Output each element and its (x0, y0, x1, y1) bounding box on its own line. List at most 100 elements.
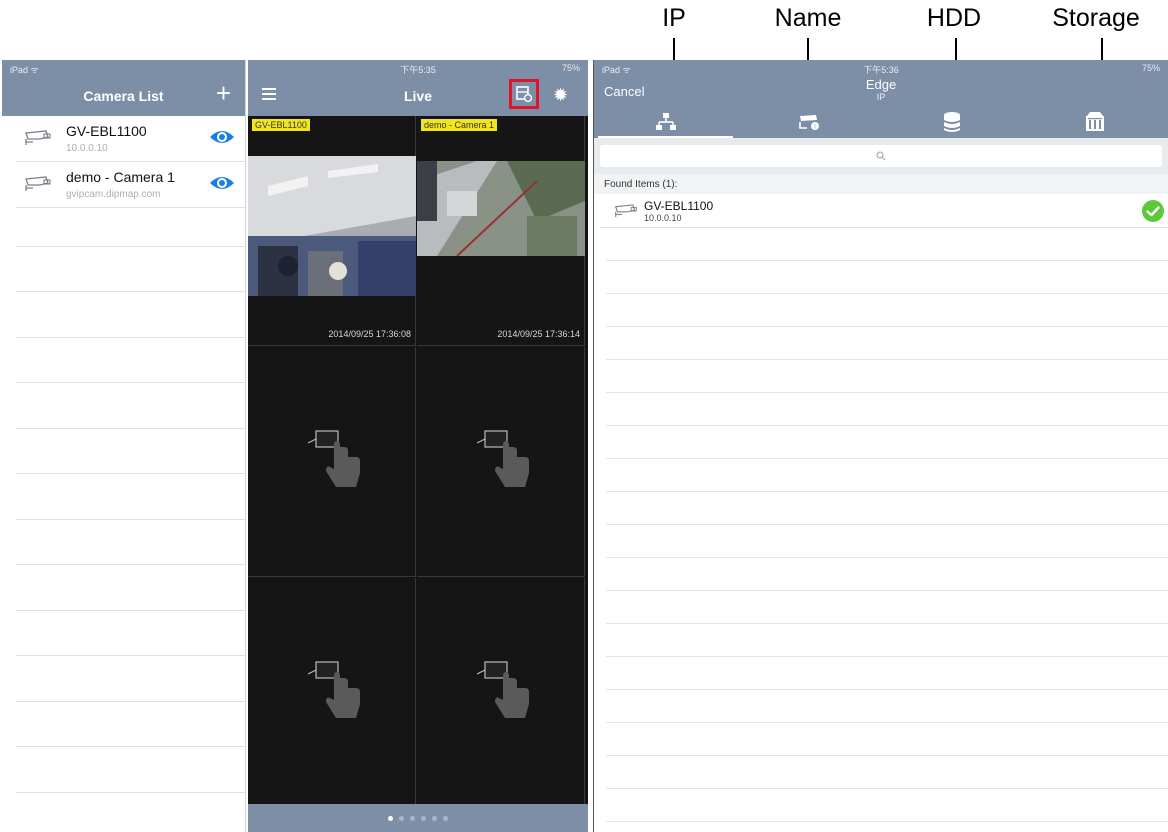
search-icon (876, 151, 886, 161)
city-video-feed (417, 161, 585, 256)
eye-icon[interactable] (209, 174, 235, 197)
layout-icon (516, 86, 532, 102)
row-divider (606, 425, 1168, 426)
timestamp: 2014/09/25 17:36:14 (497, 329, 580, 339)
tap-to-add-icon (308, 430, 360, 487)
storage-icon (1085, 112, 1104, 131)
camera-address: 10.0.0.10 (66, 143, 108, 154)
search-mode-tabs: i (594, 106, 1168, 138)
tap-to-add-icon (308, 661, 360, 718)
row-divider (606, 689, 1168, 690)
live-cell-1[interactable]: GV-EBL1100 2014/09/25 17:36:08 (248, 116, 416, 346)
add-camera-button[interactable]: + (216, 80, 231, 106)
live-view-panel: 下午5:35 75% Live ✹ GV-EBL1100 2014/09/25 … (248, 60, 588, 832)
page-title: Edge (865, 77, 897, 92)
status-time: 下午5:36 (863, 65, 899, 75)
name-tag-icon: i (798, 115, 819, 131)
camera-list-item[interactable]: GV-EBL1100 10.0.0.10 (16, 116, 245, 162)
tab-name[interactable]: i (737, 106, 880, 138)
page-title: Camera List (83, 88, 164, 104)
row-divider (16, 655, 245, 656)
row-divider (606, 788, 1168, 789)
row-divider (606, 557, 1168, 558)
edge-navbar: iPad ᯤ 下午5:36 75% Cancel Edge IP i (594, 60, 1168, 138)
row-divider (606, 656, 1168, 657)
add-layout-button[interactable] (509, 79, 539, 109)
search-bar (594, 138, 1168, 174)
row-divider (16, 610, 245, 611)
status-bar: 下午5:35 75% (248, 60, 588, 76)
row-divider (606, 755, 1168, 756)
network-icon (655, 113, 676, 130)
row-divider (16, 337, 245, 338)
row-divider (16, 291, 245, 292)
device-name: GV-EBL1100 (644, 199, 714, 213)
tab-storage[interactable] (1023, 106, 1166, 138)
row-divider (606, 293, 1168, 294)
page-dot[interactable] (443, 815, 448, 821)
office-video-feed (248, 156, 416, 296)
edge-search-panel: iPad ᯤ 下午5:36 75% Cancel Edge IP i Found… (593, 60, 1168, 832)
row-divider (16, 564, 245, 565)
page-indicator[interactable] (248, 804, 588, 832)
camera-tag: GV-EBL1100 (252, 119, 310, 131)
eye-icon[interactable] (209, 128, 235, 151)
found-device-item[interactable]: GV-EBL1100 10.0.0.10 (600, 194, 1168, 228)
tap-to-add-icon (477, 430, 529, 487)
svg-text:i: i (814, 125, 815, 131)
row-divider (606, 458, 1168, 459)
tap-to-add-icon (477, 661, 529, 718)
camera-name: GV-EBL1100 (66, 123, 147, 139)
page-dot[interactable] (421, 815, 426, 821)
row-divider (606, 260, 1168, 261)
row-divider (606, 326, 1168, 327)
hdd-icon (943, 112, 960, 132)
row-divider (606, 359, 1168, 360)
camera-address: gvipcam.dipmap.com (66, 189, 161, 200)
camera-icon (24, 130, 52, 151)
status-bar: iPad ᯤ 下午5:36 75% (594, 60, 1168, 76)
row-divider (16, 746, 245, 747)
page-dot[interactable] (432, 815, 437, 821)
tab-hdd[interactable] (880, 106, 1023, 138)
empty-live-cell[interactable] (417, 347, 585, 577)
annotation-storage: Storage (1052, 4, 1140, 32)
row-divider (16, 473, 245, 474)
live-navbar: 下午5:35 75% Live ✹ (248, 60, 588, 116)
camera-icon (24, 176, 52, 197)
status-battery: 75% (561, 63, 580, 73)
row-divider (606, 821, 1168, 822)
timestamp: 2014/09/25 17:36:08 (328, 329, 411, 339)
page-subtitle: IP (876, 92, 886, 102)
page-dot-active[interactable] (388, 815, 393, 821)
row-divider (606, 524, 1168, 525)
row-divider (606, 623, 1168, 624)
camera-icon (614, 204, 638, 223)
camera-tag: demo - Camera 1 (421, 119, 498, 131)
found-items-header: Found Items (1): (594, 174, 1168, 194)
search-input[interactable] (600, 145, 1162, 167)
gear-icon[interactable]: ✹ (553, 86, 568, 104)
row-divider (16, 701, 245, 702)
row-divider (606, 392, 1168, 393)
camera-list-navbar: iPad ᯤ Camera List + (2, 60, 245, 116)
row-divider (16, 428, 245, 429)
camera-list-item[interactable]: demo - Camera 1 gvipcam.dipmap.com (16, 162, 245, 208)
tab-ip[interactable] (594, 106, 737, 138)
camera-list-panel: iPad ᯤ Camera List + GV-EBL1100 10.0.0.1… (2, 60, 246, 832)
empty-live-cell[interactable] (248, 578, 416, 808)
empty-live-cell[interactable] (417, 578, 585, 808)
device-address: 10.0.0.10 (644, 213, 682, 223)
status-bar: iPad ᯤ (2, 60, 245, 76)
page-dot[interactable] (410, 815, 415, 821)
row-divider (16, 792, 245, 793)
screenshot-root: IP Name HDD Storage iPad ᯤ Camera List +… (0, 0, 1168, 832)
status-battery: 75% (1141, 63, 1160, 73)
status-device: iPad ᯤ (10, 65, 39, 75)
row-divider (606, 491, 1168, 492)
empty-live-cell[interactable] (248, 347, 416, 577)
row-divider (16, 246, 245, 247)
status-time: 下午5:35 (400, 65, 436, 75)
live-cell-2[interactable]: demo - Camera 1 2014/09/25 17:36:14 (417, 116, 585, 346)
page-dot[interactable] (399, 815, 404, 821)
